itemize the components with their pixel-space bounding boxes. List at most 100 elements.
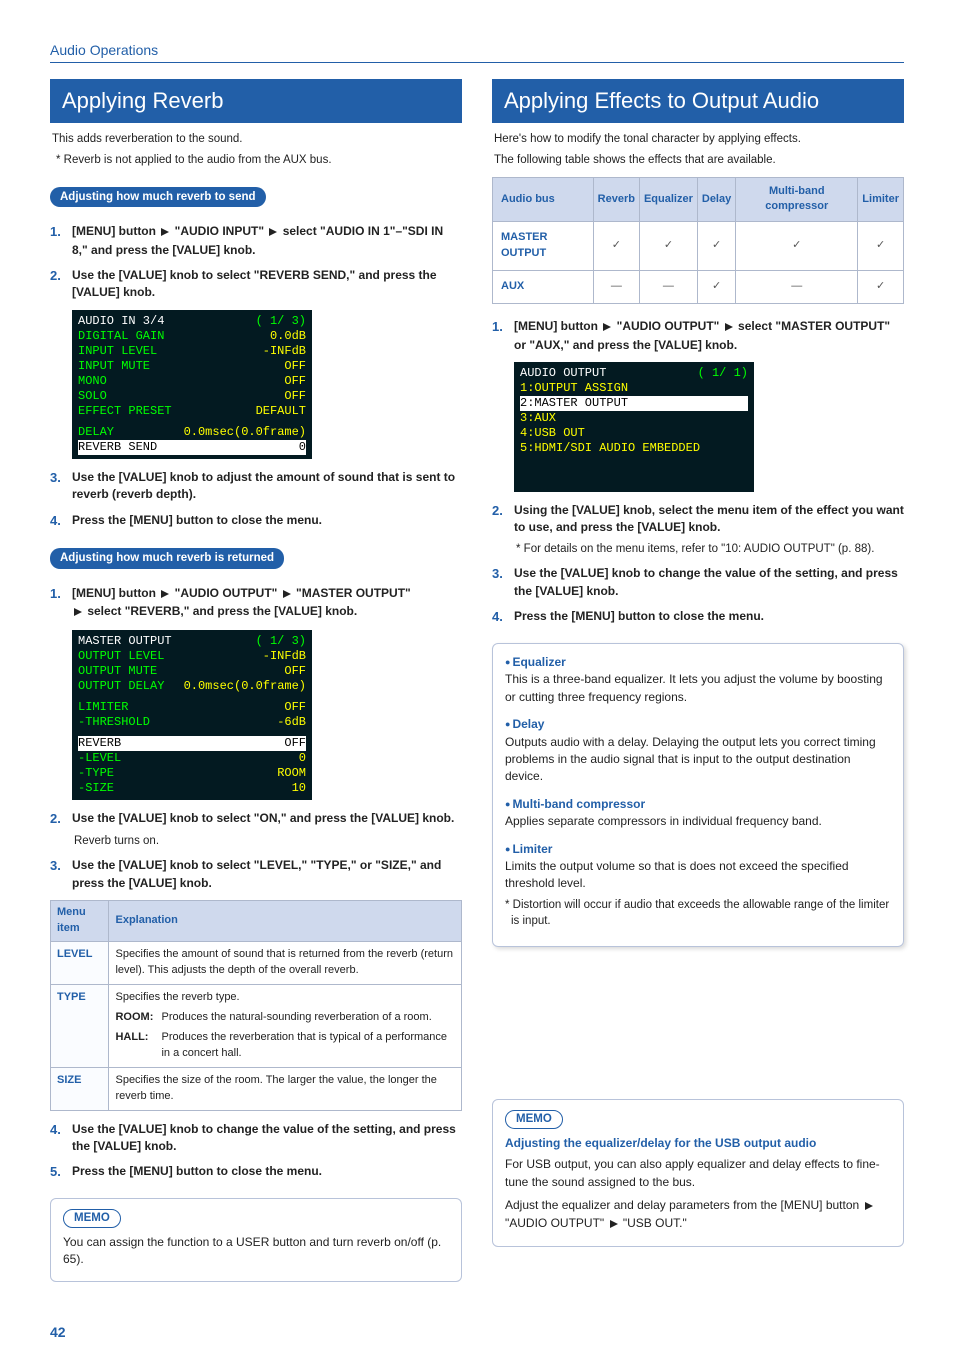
mon-value: -INFdB (263, 649, 306, 664)
effects-availability-table: Audio bus Reverb Equalizer Delay Multi-b… (492, 177, 904, 305)
mon-highlight-value: OFF (284, 736, 306, 751)
mon-label: OUTPUT DELAY (78, 679, 164, 694)
arrow-icon (159, 586, 171, 603)
step-number: 1. (50, 223, 66, 259)
memo-box-left: MEMO You can assign the function to a US… (50, 1198, 462, 1281)
dash-icon: — (639, 271, 697, 304)
left-column: Applying Reverb This adds reverberation … (50, 69, 462, 1297)
step-number: 3. (50, 469, 66, 504)
arrow-icon (601, 319, 613, 336)
limiter-note: * Distortion will occur if audio that ex… (505, 897, 891, 930)
mon-highlight-label: REVERB SEND (78, 440, 157, 455)
reverb-aux-note: * Reverb is not applied to the audio fro… (56, 152, 462, 169)
fx-name-multiband: Multi-band compressor (505, 796, 891, 813)
room-desc: Produces the natural-sounding reverberat… (161, 1010, 451, 1026)
mon-title: MASTER OUTPUT (78, 634, 172, 649)
mon-label: MONO (78, 374, 107, 389)
reverb-intro: This adds reverberation to the sound. (52, 131, 462, 148)
table-row: SIZE Specifies the size of the room. The… (51, 1067, 462, 1110)
memo-text: You can assign the function to a USER bu… (63, 1234, 449, 1269)
check-icon: ✓ (593, 222, 639, 271)
fx-desc: Applies separate compressors in individu… (505, 813, 891, 830)
step-1-send: [MENU] button "AUDIO INPUT" select "AUDI… (72, 223, 462, 259)
step-number: 2. (492, 502, 508, 537)
fx-header: Audio bus (493, 177, 594, 222)
check-icon: ✓ (858, 222, 904, 271)
check-icon: ✓ (736, 222, 858, 271)
heading-applying-reverb: Applying Reverb (50, 79, 462, 123)
arrow-icon (608, 1216, 620, 1233)
mon-title: AUDIO OUTPUT (520, 366, 606, 381)
step-number: 5. (50, 1163, 66, 1182)
step-number: 4. (50, 1121, 66, 1156)
section-header: Audio Operations (50, 40, 904, 63)
mon-highlight-value: 0 (299, 440, 306, 455)
fx-bus-name: MASTER OUTPUT (493, 222, 594, 271)
heading-applying-effects: Applying Effects to Output Audio (492, 79, 904, 123)
memo-label: MEMO (63, 1209, 121, 1228)
param-name: SIZE (51, 1067, 109, 1110)
pill-reverb-send: Adjusting how much reverb to send (50, 187, 266, 208)
step-2-return: Use the [VALUE] knob to select "ON," and… (72, 810, 462, 829)
step-number: 3. (492, 565, 508, 600)
memo-text: "AUDIO OUTPUT" (505, 1216, 608, 1230)
step-text: [MENU] button (72, 586, 159, 600)
memo-text: "USB OUT." (620, 1216, 687, 1230)
mon-label: INPUT MUTE (78, 359, 150, 374)
step-2-send: Use the [VALUE] knob to select "REVERB S… (72, 267, 462, 302)
memo-box-right: MEMO Adjusting the equalizer/delay for t… (492, 1099, 904, 1247)
step-1-effects: [MENU] button "AUDIO OUTPUT" select "MAS… (514, 318, 904, 354)
step-2-note: * For details on the menu items, refer t… (516, 541, 904, 558)
step-number: 1. (50, 585, 66, 622)
mon-value: -6dB (277, 715, 306, 730)
step-number: 4. (492, 608, 508, 627)
effects-intro-1: Here's how to modify the tonal character… (494, 131, 904, 148)
arrow-icon (267, 224, 279, 241)
step-number: 4. (50, 512, 66, 531)
table-header: Explanation (109, 901, 462, 942)
step-number: 2. (50, 267, 66, 302)
memo-label: MEMO (505, 1110, 563, 1129)
monitor-reverb-return: MASTER OUTPUT( 1/ 3) OUTPUT LEVEL-INFdB … (72, 630, 312, 800)
step-text: "AUDIO OUTPUT" (613, 319, 722, 333)
reverb-params-table: Menu item Explanation LEVEL Specifies th… (50, 900, 462, 1110)
mon-label: DELAY (78, 425, 114, 440)
fx-desc: Limits the output volume so that is does… (505, 858, 891, 893)
arrow-icon (159, 224, 171, 241)
step-5-return: Press the [MENU] button to close the men… (72, 1163, 462, 1182)
param-name: LEVEL (51, 942, 109, 985)
param-name: TYPE (51, 984, 109, 1067)
mon-value: OFF (284, 664, 306, 679)
mon-value: -INFdB (263, 344, 306, 359)
mon-highlight-label: REVERB (78, 736, 121, 751)
mon-value: OFF (284, 700, 306, 715)
mon-label: EFFECT PRESET (78, 404, 172, 419)
arrow-icon (72, 604, 84, 621)
table-row: LEVEL Specifies the amount of sound that… (51, 942, 462, 985)
memo-p1: For USB output, you can also apply equal… (505, 1156, 891, 1191)
mon-label: SOLO (78, 389, 107, 404)
mon-value: DEFAULT (256, 404, 306, 419)
memo-p2: Adjust the equalizer and delay parameter… (505, 1197, 891, 1234)
step-4-effects: Press the [MENU] button to close the men… (514, 608, 904, 627)
mon-value: 10 (292, 781, 306, 796)
check-icon: ✓ (639, 222, 697, 271)
mon-item: 4:USB OUT (520, 426, 748, 441)
mon-label: -THRESHOLD (78, 715, 150, 730)
mon-item: 1:OUTPUT ASSIGN (520, 381, 748, 396)
fx-desc: Outputs audio with a delay. Delaying the… (505, 734, 891, 786)
effects-description-box: Equalizer This is a three-band equalizer… (492, 643, 904, 947)
step-2-sub: Reverb turns on. (74, 833, 462, 850)
mon-value: 0.0msec(0.0frame) (184, 679, 306, 694)
fx-header: Delay (697, 177, 735, 222)
step-4-send: Press the [MENU] button to close the men… (72, 512, 462, 531)
mon-page: ( 1/ 3) (256, 634, 306, 649)
step-text: select "REVERB," and press the [VALUE] k… (84, 604, 357, 618)
monitor-audio-output: AUDIO OUTPUT( 1/ 1) 1:OUTPUT ASSIGN 2:MA… (514, 362, 754, 492)
mon-label: OUTPUT LEVEL (78, 649, 164, 664)
mon-page: ( 1/ 3) (256, 314, 306, 329)
fx-header: Equalizer (639, 177, 697, 222)
table-header: Menu item (51, 901, 109, 942)
fx-name-limiter: Limiter (505, 841, 891, 858)
check-icon: ✓ (697, 222, 735, 271)
